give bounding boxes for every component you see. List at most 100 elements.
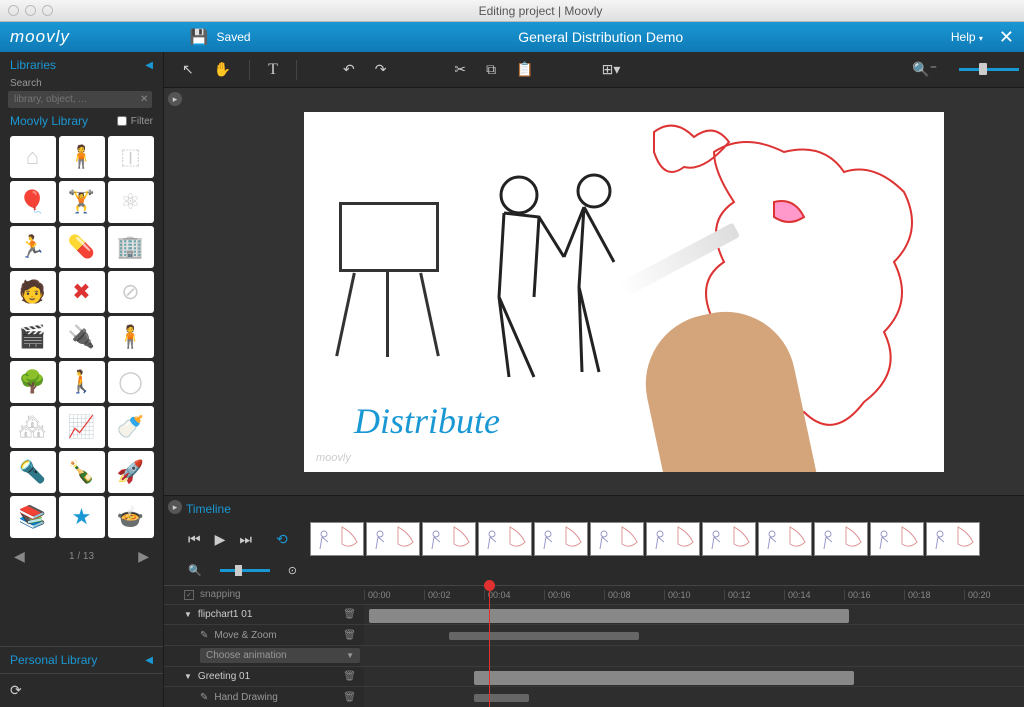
snapping-checkbox[interactable]: ✓ (184, 590, 194, 600)
track-delete-icon[interactable]: 🗑 (343, 671, 356, 682)
collapse-timeline-icon[interactable]: ▸ (168, 500, 182, 514)
pointer-tool-icon[interactable]: ↖ (176, 57, 200, 82)
choose-animation-dropdown[interactable]: Choose animation▼ (200, 648, 360, 663)
timeline-thumb[interactable] (702, 522, 756, 556)
refresh-icon[interactable]: ⟳ (0, 673, 163, 707)
timeline-zoom-reset-icon[interactable]: ⊙ (284, 562, 301, 579)
chevron-left-icon[interactable]: ◀ (145, 60, 153, 71)
libraries-title: Libraries (10, 58, 56, 72)
timeline-thumb[interactable] (534, 522, 588, 556)
library-item-rocket[interactable]: 🚀 (108, 451, 154, 493)
keyframe-icon: ✎ (200, 630, 208, 641)
library-item-pot[interactable]: 🍲 (108, 496, 154, 538)
play-icon[interactable]: ▶ (211, 529, 230, 550)
timeline-thumb[interactable] (366, 522, 420, 556)
stage-canvas[interactable]: Distribute moovly (304, 112, 944, 472)
forward-icon[interactable]: ⏭ (235, 529, 256, 550)
timeline-thumb[interactable] (646, 522, 700, 556)
track-delete-icon[interactable]: 🗑 (343, 630, 356, 641)
timeline-thumb[interactable] (870, 522, 924, 556)
loop-icon[interactable]: ⟲ (272, 529, 292, 550)
library-item-wine[interactable]: 🍾 (59, 451, 105, 493)
library-item-walker[interactable]: 🚶 (59, 361, 105, 403)
traffic-minimize[interactable] (25, 5, 36, 16)
track-anim-name[interactable]: Hand Drawing (214, 692, 277, 703)
playhead[interactable] (489, 586, 490, 707)
pager-prev-icon[interactable]: ◀ (14, 548, 25, 565)
track-delete-icon[interactable]: 🗑 (343, 609, 356, 620)
library-item-clapper[interactable]: 🎬 (10, 316, 56, 358)
library-item-ring[interactable]: ◯ (108, 361, 154, 403)
paste-icon[interactable]: 📋 (510, 57, 539, 82)
copy-icon[interactable]: ⧉ (480, 57, 502, 82)
chevron-left-icon[interactable]: ◀ (145, 655, 153, 666)
timeline-thumb[interactable] (310, 522, 364, 556)
ruler-tick: 00:08 (604, 590, 664, 600)
canvas-object-easel[interactable] (334, 202, 444, 352)
help-link[interactable]: Help ▾ (951, 30, 983, 44)
track-expand-icon[interactable]: ▼ (184, 610, 192, 619)
redo-icon[interactable]: ↷ (369, 57, 393, 82)
ruler-tick: 00:16 (844, 590, 904, 600)
library-item-plug[interactable]: 🔌 (59, 316, 105, 358)
timeline-thumbnails[interactable] (310, 522, 980, 556)
pager-next-icon[interactable]: ▶ (138, 548, 149, 565)
library-item-house[interactable]: ⌂ (10, 136, 56, 178)
timeline-thumb[interactable] (814, 522, 868, 556)
track-expand-icon[interactable]: ▼ (184, 672, 192, 681)
library-item-dumbbell[interactable]: 🏋 (59, 181, 105, 223)
library-item-atom[interactable]: ⚛ (108, 181, 154, 223)
track-name[interactable]: Greeting 01 (198, 671, 250, 682)
text-tool-icon[interactable]: T (262, 57, 284, 83)
timeline-zoom-slider[interactable] (220, 569, 270, 572)
undo-icon[interactable]: ↶ (337, 57, 361, 82)
library-item-runner[interactable]: 🏃 (10, 226, 56, 268)
search-input[interactable] (8, 91, 152, 108)
rewind-icon[interactable]: ⏮ (184, 529, 205, 550)
library-item-chart-up[interactable]: 📈 (59, 406, 105, 448)
ruler-tick: 00:02 (424, 590, 484, 600)
library-item-pill[interactable]: 💊 (59, 226, 105, 268)
library-item-town[interactable]: 🏘 (10, 406, 56, 448)
library-item-park[interactable]: 🌳 (10, 361, 56, 403)
zoom-out-icon[interactable]: 🔍⁻ (906, 57, 943, 82)
collapse-canvas-icon[interactable]: ▸ (168, 92, 182, 106)
library-item-seller[interactable]: 🧑‍ (10, 271, 56, 313)
library-grid: ⌂🧍🇮🎈🏋⚛🏃💊🏢🧑‍✖⊘🎬🔌🧍🌳🚶◯🏘📈🍼🔦🍾🚀📚★🍲 (0, 134, 163, 540)
zoom-slider[interactable] (959, 68, 1019, 71)
align-icon[interactable]: ⊞▾ (596, 57, 627, 82)
save-icon[interactable]: 💾 (190, 28, 209, 46)
library-item-spotlight[interactable]: 🔦 (10, 451, 56, 493)
library-item-bottle[interactable]: 🍼 (108, 406, 154, 448)
ruler-tick: 00:00 (364, 590, 424, 600)
library-item-man-standing[interactable]: 🧍 (108, 316, 154, 358)
cut-icon[interactable]: ✂ (448, 57, 472, 82)
track-anim-name[interactable]: Move & Zoom (214, 630, 276, 641)
timeline-thumb[interactable] (590, 522, 644, 556)
library-item-star[interactable]: ★ (59, 496, 105, 538)
library-item-italy-map[interactable]: 🇮 (108, 136, 154, 178)
traffic-zoom[interactable] (42, 5, 53, 16)
pan-tool-icon[interactable]: ✋ (208, 57, 237, 82)
timeline-thumb[interactable] (478, 522, 532, 556)
close-icon[interactable]: ✕ (999, 27, 1014, 48)
library-item-building[interactable]: 🏢 (108, 226, 154, 268)
library-item-balloon[interactable]: 🎈 (10, 181, 56, 223)
library-item-wheel[interactable]: ⊘ (108, 271, 154, 313)
clear-search-icon[interactable]: ✕ (140, 94, 148, 105)
track-name[interactable]: flipchart1 01 (198, 609, 252, 620)
timeline-zoom-out-icon[interactable]: 🔍 (184, 562, 206, 579)
canvas-text-distribute[interactable]: Distribute (354, 400, 500, 442)
canvas-watermark: moovly (316, 452, 351, 464)
library-item-red-x[interactable]: ✖ (59, 271, 105, 313)
ruler-tick: 00:12 (724, 590, 784, 600)
timeline-thumb[interactable] (926, 522, 980, 556)
traffic-close[interactable] (8, 5, 19, 16)
library-item-books[interactable]: 📚 (10, 496, 56, 538)
filter-toggle[interactable]: Filter (117, 116, 153, 127)
library-item-person[interactable]: 🧍 (59, 136, 105, 178)
timeline-thumb[interactable] (422, 522, 476, 556)
timeline-thumb[interactable] (758, 522, 812, 556)
track-delete-icon[interactable]: 🗑 (343, 692, 356, 703)
timeline-ruler[interactable]: 00:0000:0200:0400:0600:0800:1000:1200:14… (364, 590, 1024, 600)
